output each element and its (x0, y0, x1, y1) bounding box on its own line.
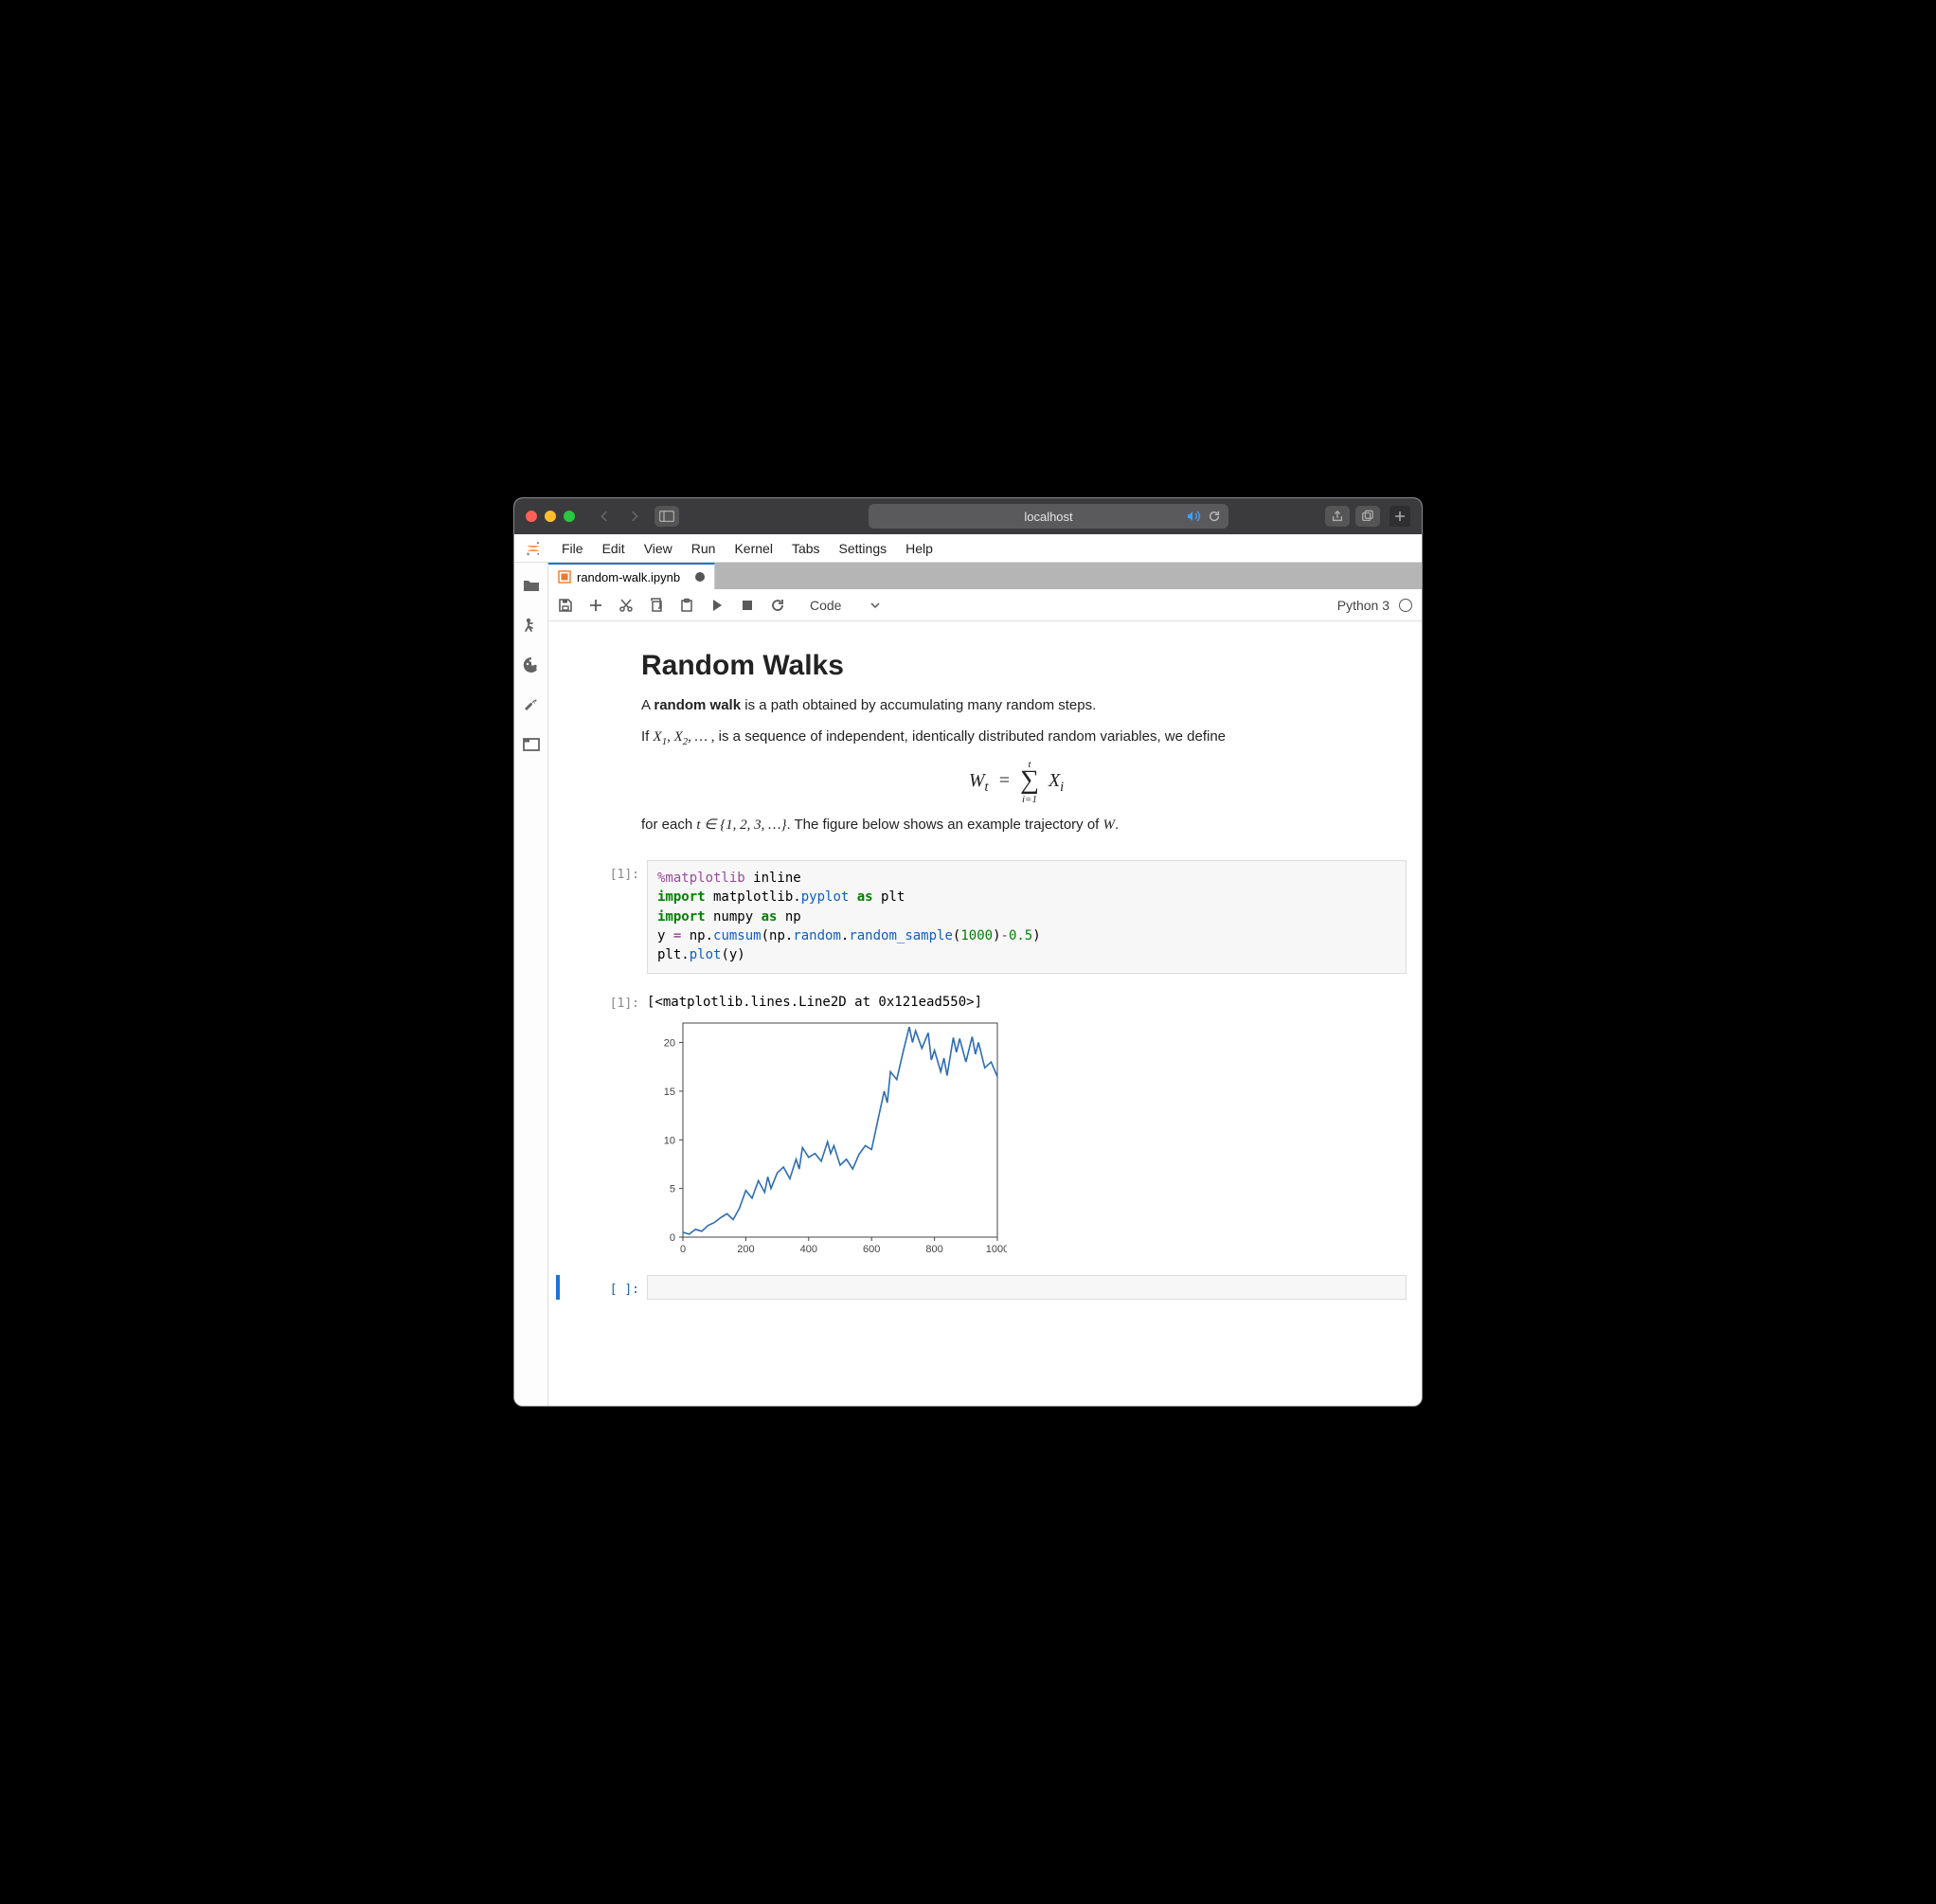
restart-button[interactable] (770, 598, 785, 613)
copy-button[interactable] (649, 598, 664, 613)
notebook-toolbar: Code Python 3 (548, 589, 1422, 621)
sound-icon[interactable] (1187, 511, 1202, 522)
menu-settings[interactable]: Settings (839, 541, 887, 556)
svg-text:10: 10 (664, 1135, 675, 1146)
stop-button[interactable] (740, 598, 755, 613)
left-sidebar (514, 563, 548, 1406)
tab-filename: random-walk.ipynb (577, 570, 680, 584)
tabstrip: random-walk.ipynb (548, 563, 1422, 589)
tabs-overview-button[interactable] (1355, 506, 1380, 527)
menu-edit[interactable]: Edit (602, 541, 625, 556)
paste-button[interactable] (679, 598, 694, 613)
menu-tabs[interactable]: Tabs (792, 541, 820, 556)
jupyterlab-app: File Edit View Run Kernel Tabs Settings … (514, 534, 1422, 1406)
chevron-down-icon (869, 600, 881, 611)
math-formula: Wt = t∑i=1 Xi (641, 759, 1391, 805)
markdown-cell[interactable]: Random Walks A random walk is a path obt… (556, 646, 1414, 845)
celltype-select[interactable]: Code (810, 598, 881, 613)
output-text: [<matplotlib.lines.Line2D at 0x121ead550… (647, 989, 1407, 1010)
running-icon[interactable] (522, 616, 541, 635)
palette-icon[interactable] (522, 656, 541, 674)
in-prompt: [1]: (567, 860, 639, 973)
menu-run[interactable]: Run (691, 541, 716, 556)
folder-icon[interactable] (522, 576, 541, 595)
menu-kernel[interactable]: Kernel (734, 541, 772, 556)
menubar: File Edit View Run Kernel Tabs Settings … (514, 534, 1422, 563)
reload-icon[interactable] (1208, 510, 1221, 523)
titlebar: localhost (514, 498, 1422, 534)
tab-random-walk[interactable]: random-walk.ipynb (548, 563, 715, 589)
traffic-lights (526, 511, 575, 522)
zoom-button[interactable] (564, 511, 575, 522)
svg-text:15: 15 (664, 1087, 675, 1098)
dirty-indicator-icon (695, 572, 705, 582)
menu-view[interactable]: View (644, 541, 672, 556)
nav-back-button[interactable] (592, 506, 617, 527)
close-button[interactable] (526, 511, 537, 522)
svg-text:5: 5 (670, 1183, 675, 1194)
out-prompt: [1]: (567, 989, 639, 1260)
browser-window: localhost File Edit View Run Kernel Tabs… (513, 497, 1423, 1407)
svg-text:0: 0 (670, 1232, 675, 1244)
notebook-icon (558, 570, 571, 584)
svg-text:800: 800 (925, 1244, 942, 1255)
page-title: Random Walks (641, 650, 1391, 682)
run-button[interactable] (709, 598, 725, 613)
menu-help[interactable]: Help (905, 541, 933, 556)
wrench-icon[interactable] (522, 695, 541, 714)
code-input[interactable]: %matplotlib inline import matplotlib.pyp… (647, 860, 1407, 973)
kernel-label[interactable]: Python 3 (1337, 598, 1389, 613)
tabs-icon[interactable] (522, 735, 541, 754)
output-chart: 0510152002004006008001000 (647, 1015, 1007, 1260)
code-cell-2[interactable]: [ ]: (556, 1275, 1414, 1300)
address-url: localhost (1024, 510, 1072, 524)
code-cell-1-output: [1]: [<matplotlib.lines.Line2D at 0x121e… (556, 989, 1414, 1260)
svg-text:0: 0 (680, 1244, 686, 1255)
new-tab-button[interactable] (1389, 506, 1410, 527)
work-area: random-walk.ipynb Code (548, 563, 1422, 1406)
svg-text:20: 20 (664, 1037, 675, 1049)
svg-text:200: 200 (737, 1244, 754, 1255)
cut-button[interactable] (618, 598, 634, 613)
md-p3: for each t ∈ {1, 2, 3, …}. The figure be… (641, 815, 1391, 836)
save-button[interactable] (558, 598, 573, 613)
md-p1: A random walk is a path obtained by accu… (641, 695, 1391, 717)
code-cell-1[interactable]: [1]: %matplotlib inline import matplotli… (556, 860, 1414, 973)
md-p2: If X1, X2, … , is a sequence of independ… (641, 727, 1391, 749)
code-input-empty[interactable] (647, 1275, 1407, 1300)
menu-file[interactable]: File (562, 541, 583, 556)
sidebar-toggle-button[interactable] (654, 506, 679, 527)
in-prompt-empty: [ ]: (567, 1275, 639, 1300)
celltype-value: Code (810, 598, 841, 613)
notebook[interactable]: Random Walks A random walk is a path obt… (548, 621, 1422, 1406)
share-button[interactable] (1325, 506, 1350, 527)
svg-text:600: 600 (863, 1244, 880, 1255)
kernel-status-icon[interactable] (1399, 599, 1412, 612)
active-cell-bar (556, 1275, 560, 1300)
jupyter-logo[interactable] (524, 539, 543, 558)
minimize-button[interactable] (545, 511, 556, 522)
nav-forward-button[interactable] (622, 506, 647, 527)
svg-text:400: 400 (800, 1244, 817, 1255)
address-bar[interactable]: localhost (869, 504, 1228, 529)
insert-cell-button[interactable] (588, 598, 603, 613)
app-main: random-walk.ipynb Code (514, 563, 1422, 1406)
svg-text:1000: 1000 (986, 1244, 1007, 1255)
